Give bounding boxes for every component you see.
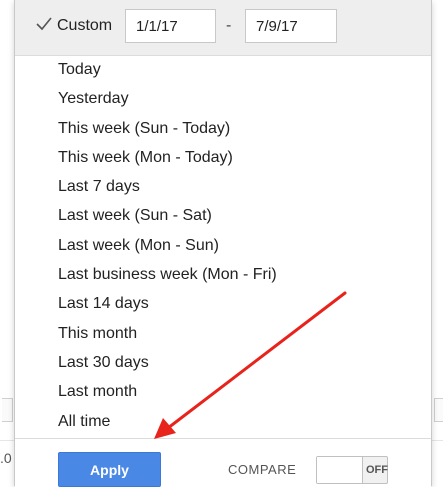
date-range-dropdown: Custom - Today Yesterday This week (Sun … <box>14 0 432 487</box>
date-range-separator: - <box>226 17 232 34</box>
background-control-left <box>2 398 13 422</box>
preset-all-time[interactable]: All time <box>15 407 431 436</box>
preset-last-14-days[interactable]: Last 14 days <box>15 289 431 318</box>
background-control-right <box>434 398 443 422</box>
preset-last-7-days[interactable]: Last 7 days <box>15 172 431 201</box>
preset-this-week-mon[interactable]: This week (Mon - Today) <box>15 143 431 172</box>
apply-button[interactable]: Apply <box>58 452 161 487</box>
preset-last-week-mon-sun[interactable]: Last week (Mon - Sun) <box>15 231 431 260</box>
preset-this-week-sun[interactable]: This week (Sun - Today) <box>15 114 431 143</box>
preset-this-month[interactable]: This month <box>15 319 431 348</box>
compare-label: COMPARE <box>228 462 297 477</box>
end-date-field[interactable] <box>245 9 337 43</box>
custom-range-row[interactable]: Custom - <box>15 0 431 56</box>
toggle-knob[interactable] <box>317 457 363 483</box>
preset-last-business-week[interactable]: Last business week (Mon - Fri) <box>15 260 431 289</box>
background-value-fragment: .0 <box>0 450 12 466</box>
preset-last-30-days[interactable]: Last 30 days <box>15 348 431 377</box>
preset-list: Today Yesterday This week (Sun - Today) … <box>15 55 431 436</box>
custom-label: Custom <box>57 17 113 34</box>
preset-today[interactable]: Today <box>15 55 431 84</box>
start-date-field[interactable] <box>125 9 216 43</box>
preset-last-month[interactable]: Last month <box>15 377 431 406</box>
dropdown-footer: Apply COMPARE OFF <box>15 438 431 487</box>
toggle-state-label: OFF <box>366 464 388 476</box>
preset-last-week-sun-sat[interactable]: Last week (Sun - Sat) <box>15 201 431 230</box>
preset-yesterday[interactable]: Yesterday <box>15 84 431 113</box>
checkmark-icon <box>36 17 52 31</box>
compare-toggle[interactable]: OFF <box>316 456 388 484</box>
